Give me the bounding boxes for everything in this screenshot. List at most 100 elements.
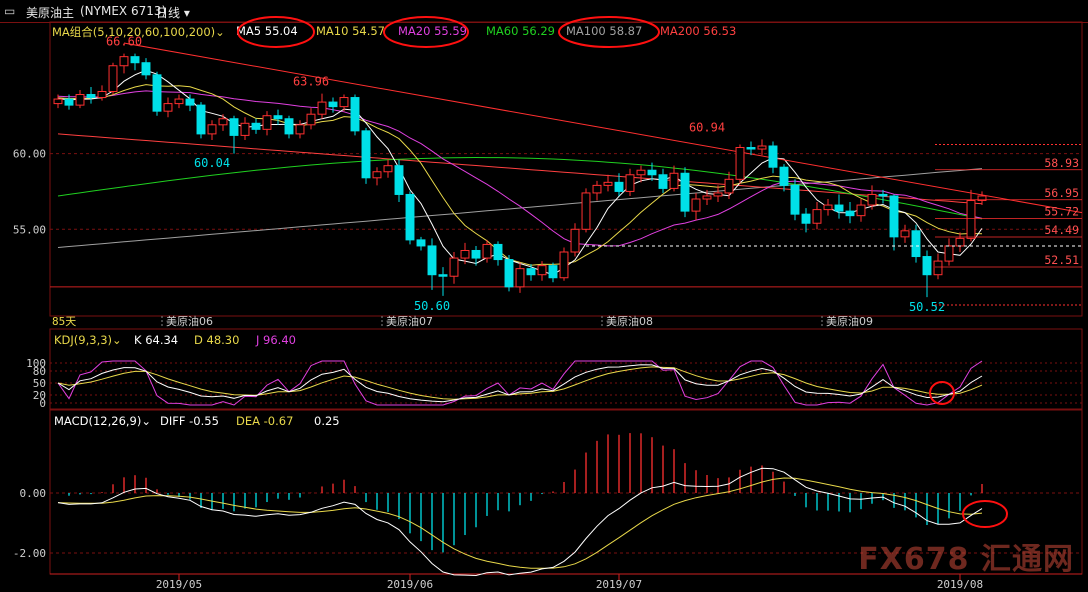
candle-body bbox=[691, 198, 701, 212]
candle-body bbox=[790, 184, 800, 215]
candle-body bbox=[262, 115, 272, 130]
candle-body bbox=[548, 265, 558, 279]
kdj-tick-label: 0 bbox=[39, 397, 46, 410]
price-annotation: 63.96 bbox=[293, 75, 329, 89]
candle-body bbox=[229, 118, 239, 136]
price-annotation: 50.60 bbox=[414, 299, 450, 313]
candle-body bbox=[471, 249, 481, 259]
candle-body bbox=[757, 145, 767, 150]
price-tick-label: 55.00 bbox=[13, 223, 46, 236]
candle-body bbox=[328, 101, 338, 108]
candle-body bbox=[75, 94, 85, 106]
candle-body bbox=[636, 169, 646, 176]
candle-body bbox=[823, 204, 833, 211]
candle-body bbox=[845, 210, 855, 217]
candle-body bbox=[922, 256, 932, 276]
macd-diff-line bbox=[57, 467, 983, 577]
candle-body bbox=[64, 98, 74, 106]
candle-body bbox=[603, 181, 613, 186]
price-annotation: 66.60 bbox=[106, 35, 142, 49]
candle-body bbox=[361, 130, 371, 179]
candle-body bbox=[658, 174, 668, 189]
candle-body bbox=[394, 165, 404, 195]
price-annotation: 50.52 bbox=[909, 300, 945, 314]
candle-body bbox=[273, 115, 283, 120]
days-count-label: 85天 bbox=[52, 315, 76, 328]
candle-body bbox=[801, 213, 811, 224]
candle-body bbox=[911, 230, 921, 258]
candle-body bbox=[460, 249, 470, 259]
candle-body bbox=[119, 56, 129, 67]
candle-body bbox=[196, 104, 206, 135]
date-label: 2019/08 bbox=[937, 578, 983, 591]
candle-body bbox=[647, 169, 657, 176]
macd-tick-label: 0.00 bbox=[20, 487, 47, 500]
candle-body bbox=[86, 94, 96, 99]
candle-body bbox=[295, 124, 305, 135]
candle-body bbox=[218, 118, 228, 126]
candle-body bbox=[240, 122, 250, 136]
date-label: 2019/06 bbox=[387, 578, 433, 591]
candle-body bbox=[878, 193, 888, 197]
candle-body bbox=[53, 98, 63, 105]
candle-body bbox=[724, 178, 734, 194]
price-annotation: 60.04 bbox=[194, 156, 230, 170]
candle-body bbox=[933, 260, 943, 276]
candle-body bbox=[163, 103, 173, 112]
candle-body bbox=[834, 204, 844, 212]
level-label: 54.49 bbox=[1044, 223, 1079, 237]
watermark-logo: FX678 汇通网 bbox=[858, 542, 1074, 577]
candle-body bbox=[317, 101, 327, 115]
candle-body bbox=[284, 118, 294, 135]
candle-body bbox=[713, 192, 723, 197]
candle-body bbox=[570, 228, 580, 253]
candle-body bbox=[449, 257, 459, 277]
candle-body bbox=[856, 204, 866, 217]
candle-body bbox=[482, 243, 492, 259]
ma5-line bbox=[57, 69, 983, 276]
candle-body bbox=[383, 165, 393, 173]
price-annotation: 60.94 bbox=[689, 120, 725, 134]
candle-body bbox=[669, 172, 679, 189]
candle-body bbox=[966, 200, 976, 239]
contract-label: 美原油06 bbox=[166, 314, 213, 328]
candle-body bbox=[779, 166, 789, 186]
candle-body bbox=[867, 193, 877, 206]
candle-body bbox=[537, 265, 547, 276]
candle-body bbox=[625, 174, 635, 192]
candle-body bbox=[372, 171, 382, 179]
level-label: 55.72 bbox=[1044, 204, 1079, 218]
candle-body bbox=[141, 62, 151, 76]
candle-body bbox=[306, 113, 316, 126]
candle-body bbox=[97, 90, 107, 99]
level-label: 58.93 bbox=[1044, 156, 1079, 170]
candle-body bbox=[592, 184, 602, 194]
candle-body bbox=[251, 122, 261, 130]
candle-body bbox=[746, 147, 756, 150]
candle-body bbox=[735, 147, 745, 180]
level-label: 52.51 bbox=[1044, 253, 1079, 267]
candle-body bbox=[559, 251, 569, 279]
date-label: 2019/07 bbox=[596, 578, 642, 591]
candle-body bbox=[900, 230, 910, 238]
candle-body bbox=[504, 259, 514, 288]
candle-body bbox=[130, 56, 140, 64]
candle-body bbox=[427, 245, 437, 276]
candle-body bbox=[680, 172, 690, 212]
candle-body bbox=[350, 97, 360, 132]
candle-body bbox=[339, 97, 349, 108]
candle-body bbox=[812, 209, 822, 224]
candle-body bbox=[526, 268, 536, 276]
date-label: 2019/05 bbox=[156, 578, 202, 591]
contract-label: 美原油08 bbox=[606, 314, 653, 328]
price-tick-label: 60.00 bbox=[13, 148, 46, 161]
candle-body bbox=[405, 193, 415, 241]
candle-body bbox=[493, 243, 503, 261]
candle-body bbox=[207, 124, 217, 135]
price-chart[interactable]: 60.00 55.00 66.60 60.04 63.96 50.60 60.94 50.52… bbox=[0, 0, 1088, 592]
candle-body bbox=[955, 237, 965, 247]
contract-label: 美原油07 bbox=[386, 314, 433, 328]
macd-tick-label: -2.00 bbox=[13, 547, 46, 560]
contract-label: 美原油09 bbox=[826, 314, 873, 328]
candle-body bbox=[438, 274, 448, 277]
